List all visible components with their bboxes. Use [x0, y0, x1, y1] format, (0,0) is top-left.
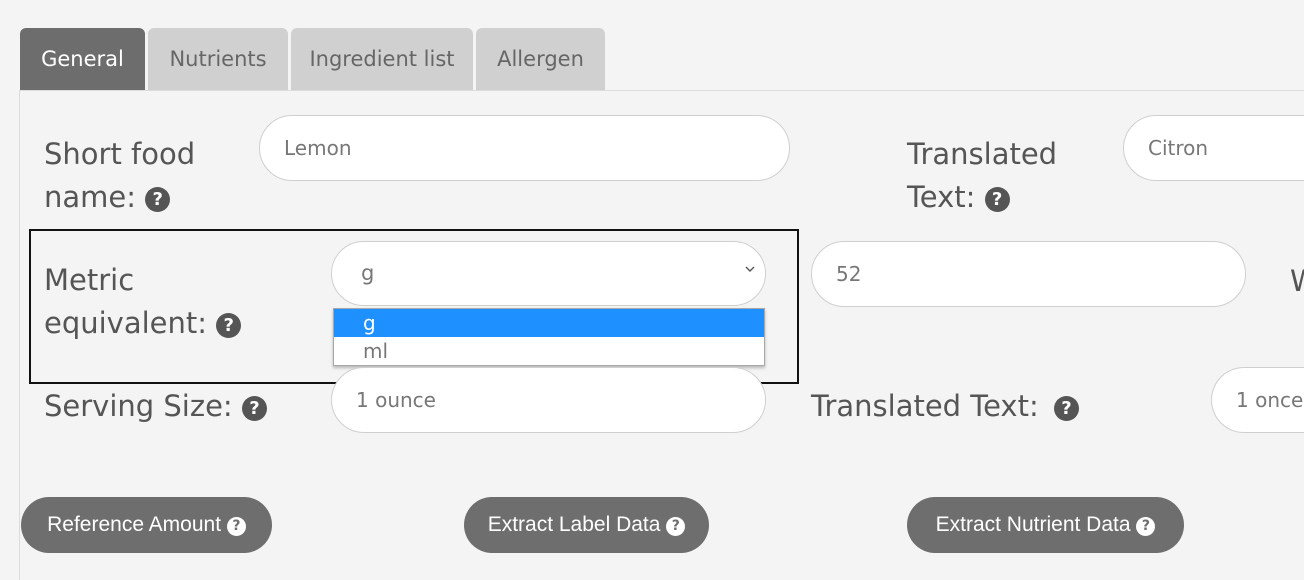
- tab-general[interactable]: General: [20, 28, 145, 90]
- reference-amount-button[interactable]: Reference Amount ?: [21, 497, 272, 553]
- unit-option-ml[interactable]: ml: [334, 337, 764, 365]
- tab-bar-border: [19, 90, 1304, 91]
- tab-ingredient-list[interactable]: Ingredient list: [291, 28, 473, 90]
- metric-equivalent-label: Metric equivalent: ?: [44, 259, 242, 345]
- extract-nutrient-data-button-label: Extract Nutrient Data: [935, 513, 1131, 536]
- chevron-down-icon: [745, 266, 755, 272]
- short-food-name-label-line2: name:: [44, 180, 137, 214]
- extract-label-data-button-label: Extract Label Data: [487, 513, 661, 536]
- metric-unit-selected-value: g: [361, 261, 375, 285]
- short-food-name-label: Short food name: ?: [44, 133, 195, 219]
- food-editor-panel: General Nutrients Ingredient list Allerg…: [0, 0, 1304, 580]
- extract-nutrient-data-button[interactable]: Extract Nutrient Data ?: [907, 497, 1184, 553]
- short-food-name-input[interactable]: Lemon: [259, 115, 790, 181]
- metric-unit-select[interactable]: g: [331, 241, 766, 306]
- help-icon[interactable]: ?: [241, 396, 267, 421]
- metric-amount-input[interactable]: 52: [811, 241, 1246, 307]
- help-icon[interactable]: ?: [216, 313, 242, 338]
- help-icon: ?: [666, 517, 686, 536]
- translated-text-label-line2: Text:: [907, 180, 976, 214]
- serving-size-label: Serving Size: ?: [44, 385, 267, 428]
- short-food-name-label-line1: Short food: [44, 137, 196, 171]
- serving-size-label-text: Serving Size:: [44, 389, 233, 423]
- metric-unit-dropdown-list: g ml: [333, 308, 765, 366]
- translated-text-label: Translated Text: ?: [907, 133, 1057, 219]
- translated-food-name-input[interactable]: Citron: [1123, 115, 1304, 181]
- serving-size-input[interactable]: 1 ounce: [331, 367, 766, 433]
- metric-equivalent-label-line1: Metric: [44, 263, 135, 297]
- tab-allergen[interactable]: Allergen: [476, 28, 605, 90]
- reference-amount-button-label: Reference Amount: [47, 513, 222, 536]
- clipped-label-text: W: [1290, 263, 1304, 299]
- help-icon[interactable]: ?: [984, 187, 1010, 212]
- help-icon: ?: [226, 517, 246, 536]
- panel-left-border: [19, 90, 20, 580]
- translated-serving-input[interactable]: 1 once: [1211, 367, 1304, 433]
- tab-nutrients[interactable]: Nutrients: [148, 28, 288, 90]
- metric-equivalent-label-line2: equivalent:: [44, 306, 208, 340]
- translated-text-label-line1: Translated: [907, 137, 1058, 171]
- help-icon: ?: [1136, 517, 1156, 536]
- unit-option-g[interactable]: g: [334, 309, 764, 337]
- help-icon[interactable]: ?: [1053, 396, 1079, 421]
- translated-serving-label-text: Translated Text:: [811, 389, 1039, 423]
- translated-serving-label: Translated Text: ?: [811, 385, 1079, 428]
- extract-label-data-button[interactable]: Extract Label Data ?: [464, 497, 709, 553]
- help-icon[interactable]: ?: [145, 187, 171, 212]
